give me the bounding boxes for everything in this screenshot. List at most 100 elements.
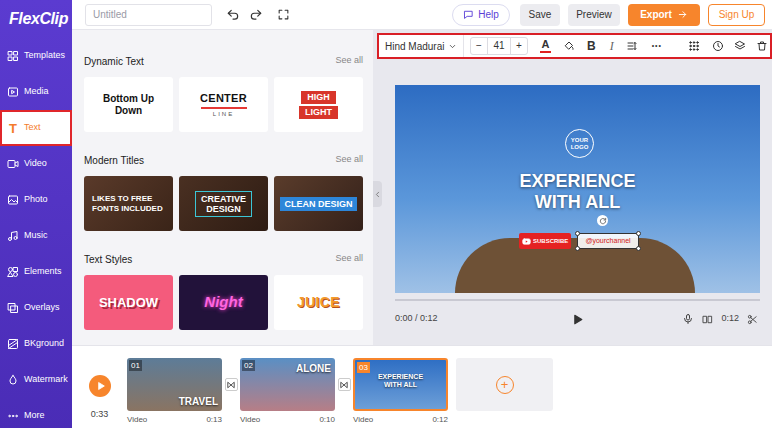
video-canvas[interactable]: YOURLOGO EXPERIENCEWITH ALL SUBSCRIBE @your… xyxy=(395,85,760,293)
section-header: Modern TitlesSee all xyxy=(84,150,363,170)
panel-section: Text StylesSee all SHADOW Night JUICE xyxy=(84,249,363,330)
sidebar-item[interactable]: Elements xyxy=(0,254,72,290)
undo-icon[interactable] xyxy=(226,8,240,22)
card-text: Bottom Up xyxy=(103,93,154,105)
timeline-clip[interactable]: 03EXPERIENCE WITH ALL Video0:12 xyxy=(353,358,448,425)
font-dropdown[interactable]: Hind Madurai xyxy=(379,35,464,57)
sidebar-item[interactable]: Photo xyxy=(0,182,72,218)
card-text: LIKES TO FREE xyxy=(92,194,152,204)
increase-size-button[interactable]: + xyxy=(511,38,527,54)
timeline-clip[interactable]: 02ALONE Video0:10 xyxy=(240,358,335,425)
more-icon xyxy=(7,410,19,422)
text-template-card[interactable]: Night xyxy=(179,275,268,330)
font-size-value[interactable]: 41 xyxy=(487,38,511,54)
trash-icon[interactable] xyxy=(756,40,768,52)
clip-meta: Video0:10 xyxy=(240,415,335,425)
resize-handle[interactable] xyxy=(636,246,641,251)
sidebar-item[interactable]: Watermark xyxy=(0,362,72,398)
logo[interactable]: FlexClip xyxy=(0,0,72,38)
sign-up-button[interactable]: Sign Up xyxy=(708,4,765,26)
microphone-icon[interactable] xyxy=(682,313,694,325)
clip-thumbnail[interactable]: 02ALONE xyxy=(240,358,335,411)
text-template-card[interactable]: CREATIVEDESIGN xyxy=(179,176,268,231)
text-template-card[interactable]: JUICE xyxy=(274,275,363,330)
play-icon[interactable] xyxy=(571,313,584,326)
preview-button[interactable]: Preview xyxy=(568,4,620,26)
save-button[interactable]: Save xyxy=(520,4,560,26)
text-template-card[interactable]: Bottom UpDown xyxy=(84,77,173,132)
section-header: Text StylesSee all xyxy=(84,249,363,269)
sidebar-item[interactable]: TText xyxy=(0,110,72,146)
sidebar-item[interactable]: Overlays xyxy=(0,290,72,326)
sidebar-label: Photo xyxy=(24,193,48,207)
text-color-label: A xyxy=(542,39,550,50)
clip-thumbnail[interactable]: 01TRAVEL xyxy=(127,358,222,411)
fill-color-icon[interactable] xyxy=(563,40,575,52)
text-color-button[interactable]: A xyxy=(540,39,551,53)
transition-slot[interactable] xyxy=(335,358,353,411)
logo-placeholder[interactable]: YOURLOGO xyxy=(565,129,594,158)
see-all-link[interactable]: See all xyxy=(335,252,363,266)
add-clip-button[interactable]: + xyxy=(456,358,553,411)
help-button[interactable]: Help xyxy=(452,4,510,26)
card-row: Bottom UpDownCENTERLINEHIGHLIGHT xyxy=(84,77,363,132)
text-template-card[interactable]: LIKES TO FREEFONTS INCLUDED xyxy=(84,176,173,231)
sidebar-item[interactable]: BKground xyxy=(0,326,72,362)
clip-number: 03 xyxy=(357,362,370,373)
see-all-link[interactable]: See all xyxy=(335,153,363,167)
bold-button[interactable]: B xyxy=(587,37,596,55)
italic-button[interactable]: I xyxy=(610,37,614,55)
split-icon[interactable] xyxy=(702,314,713,325)
resize-handle[interactable] xyxy=(636,231,641,236)
clip-thumbnail[interactable]: 03EXPERIENCE WITH ALL xyxy=(353,358,448,411)
sidebar: FlexClipTemplatesMediaTTextVideo Photo Mus… xyxy=(0,0,72,428)
text-template-card[interactable]: SHADOW xyxy=(84,275,173,330)
total-duration: 0:33 xyxy=(91,408,109,420)
text-template-card[interactable]: CENTERLINE xyxy=(179,77,268,132)
text-template-card[interactable]: CLEAN DESIGN xyxy=(274,176,363,231)
text-panel: Dynamic TextSee allBottom UpDownCENTERLI… xyxy=(72,30,373,345)
sidebar-item[interactable]: Media xyxy=(0,74,72,110)
position-grid-icon[interactable] xyxy=(688,40,700,52)
transition-slot[interactable] xyxy=(222,358,240,411)
fullscreen-icon[interactable] xyxy=(277,8,290,21)
see-all-link[interactable]: See all xyxy=(335,54,363,68)
layers-icon[interactable] xyxy=(734,40,746,52)
scissors-icon[interactable] xyxy=(747,314,758,325)
rotate-icon[interactable] xyxy=(597,215,608,226)
subscribe-button[interactable]: SUBSCRIBE xyxy=(519,233,571,249)
timing-icon[interactable] xyxy=(712,40,724,52)
resize-handle[interactable] xyxy=(575,231,580,236)
clip-number: 02 xyxy=(242,360,255,371)
sidebar-label: Elements xyxy=(24,265,62,279)
headline-text[interactable]: EXPERIENCEWITH ALL xyxy=(395,171,760,213)
sidebar-item[interactable]: Templates xyxy=(0,38,72,74)
decrease-size-button[interactable]: − xyxy=(471,38,487,54)
chevron-left-icon xyxy=(373,190,382,199)
clip-duration: 0:12 xyxy=(432,415,448,425)
card-text: JUICE xyxy=(297,292,340,313)
text-template-card[interactable]: HIGHLIGHT xyxy=(274,77,363,132)
card-text: Night xyxy=(204,291,242,314)
clip-meta: Video0:12 xyxy=(353,415,448,425)
redo-icon[interactable] xyxy=(249,8,263,22)
project-title-input[interactable] xyxy=(85,4,212,26)
media-icon xyxy=(7,86,19,98)
sidebar-item[interactable]: Video xyxy=(0,146,72,182)
headline-line: WITH ALL xyxy=(535,192,620,213)
card-text: CREATIVE xyxy=(201,194,246,204)
play-icon xyxy=(96,381,106,391)
play-all-button[interactable] xyxy=(89,375,111,397)
sidebar-item[interactable]: More xyxy=(0,398,72,428)
channel-text[interactable]: @yourchannel xyxy=(577,233,639,249)
export-button[interactable]: Export xyxy=(628,4,700,26)
collapse-handle[interactable] xyxy=(373,181,382,207)
more-button[interactable]: ••• xyxy=(652,41,662,52)
resize-handle[interactable] xyxy=(575,246,580,251)
timeline-clip[interactable]: 01TRAVELVideo0:13 xyxy=(127,358,222,425)
progress-track[interactable] xyxy=(395,299,760,301)
current-time: 0:00 / 0:12 xyxy=(395,312,517,326)
player-tools: 0:12 xyxy=(638,312,760,326)
line-spacing-icon[interactable] xyxy=(626,40,638,52)
sidebar-item[interactable]: Music xyxy=(0,218,72,254)
